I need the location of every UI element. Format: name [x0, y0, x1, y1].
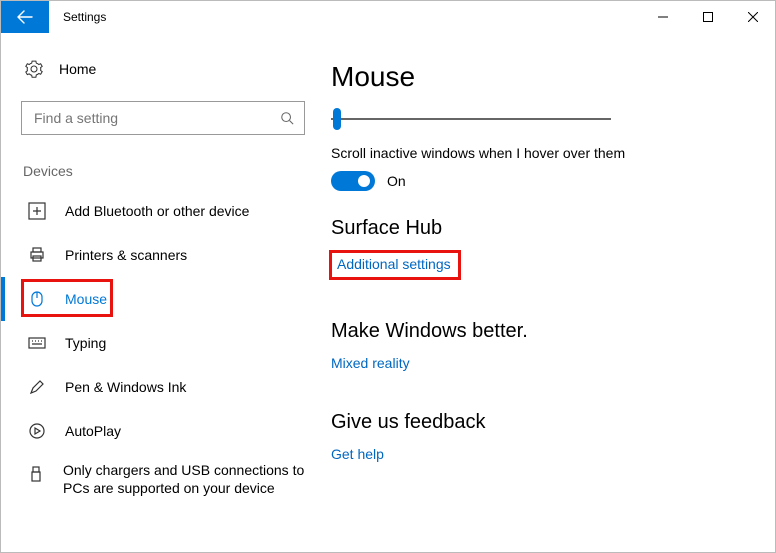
scroll-lines-slider[interactable]: [331, 107, 611, 131]
sidebar-item-usb[interactable]: Only chargers and USB connections to PCs…: [1, 453, 311, 507]
sidebar-item-label: Typing: [65, 335, 106, 351]
search-input[interactable]: [32, 109, 280, 127]
scroll-inactive-toggle[interactable]: [331, 171, 375, 191]
sidebar-item-autoplay[interactable]: AutoPlay: [1, 409, 311, 453]
window-title: Settings: [49, 1, 106, 33]
feedback-heading: Give us feedback: [331, 411, 745, 434]
titlebar: Settings: [1, 1, 775, 33]
mixed-reality-link[interactable]: Mixed reality: [331, 355, 410, 371]
sidebar-item-pen[interactable]: Pen & Windows Ink: [1, 365, 311, 409]
surface-hub-heading: Surface Hub: [331, 217, 745, 240]
sidebar-item-label: Pen & Windows Ink: [65, 379, 186, 395]
scroll-inactive-label: Scroll inactive windows when I hover ove…: [331, 145, 745, 161]
get-help-link[interactable]: Get help: [331, 446, 384, 462]
sidebar-item-add-bluetooth[interactable]: Add Bluetooth or other device: [1, 189, 311, 233]
autoplay-icon: [27, 422, 47, 440]
make-windows-better-heading: Make Windows better.: [331, 320, 745, 343]
mouse-icon: [27, 290, 47, 308]
toggle-state-label: On: [387, 173, 406, 189]
sidebar: Home Devices Add Bluetooth or other devi…: [1, 33, 331, 552]
back-button[interactable]: [1, 1, 49, 33]
arrow-left-icon: [17, 9, 33, 25]
additional-settings-link-wrap: Additional settings: [331, 252, 459, 278]
pen-icon: [27, 378, 47, 396]
gear-icon: [25, 60, 43, 78]
sidebar-item-label: Add Bluetooth or other device: [65, 203, 249, 219]
additional-settings-link[interactable]: Additional settings: [337, 256, 451, 272]
sidebar-item-typing[interactable]: Typing: [1, 321, 311, 365]
slider-track: [331, 118, 611, 120]
plus-box-icon: [27, 202, 47, 220]
page-title: Mouse: [331, 61, 745, 93]
sidebar-item-label: Only chargers and USB connections to PCs…: [63, 461, 311, 497]
maximize-button[interactable]: [685, 1, 730, 33]
minimize-icon: [658, 12, 668, 22]
sidebar-item-label: Mouse: [65, 291, 107, 307]
home-nav[interactable]: Home: [21, 51, 311, 87]
window-controls: [640, 1, 775, 33]
nav-list: Add Bluetooth or other device Printers &…: [21, 189, 311, 507]
minimize-button[interactable]: [640, 1, 685, 33]
main-panel: Mouse Scroll inactive windows when I hov…: [331, 33, 775, 552]
close-icon: [748, 12, 758, 22]
toggle-knob: [358, 175, 370, 187]
sidebar-item-printers[interactable]: Printers & scanners: [1, 233, 311, 277]
search-icon: [280, 111, 294, 125]
printer-icon: [27, 246, 47, 264]
sidebar-item-label: AutoPlay: [65, 423, 121, 439]
keyboard-icon: [27, 334, 47, 352]
sidebar-item-mouse[interactable]: Mouse: [1, 277, 311, 321]
home-label: Home: [59, 61, 96, 77]
slider-thumb[interactable]: [333, 108, 341, 130]
sidebar-item-label: Printers & scanners: [65, 247, 187, 263]
maximize-icon: [703, 12, 713, 22]
search-box[interactable]: [21, 101, 305, 135]
sidebar-section-label: Devices: [21, 163, 311, 179]
usb-icon: [27, 465, 45, 483]
close-button[interactable]: [730, 1, 775, 33]
